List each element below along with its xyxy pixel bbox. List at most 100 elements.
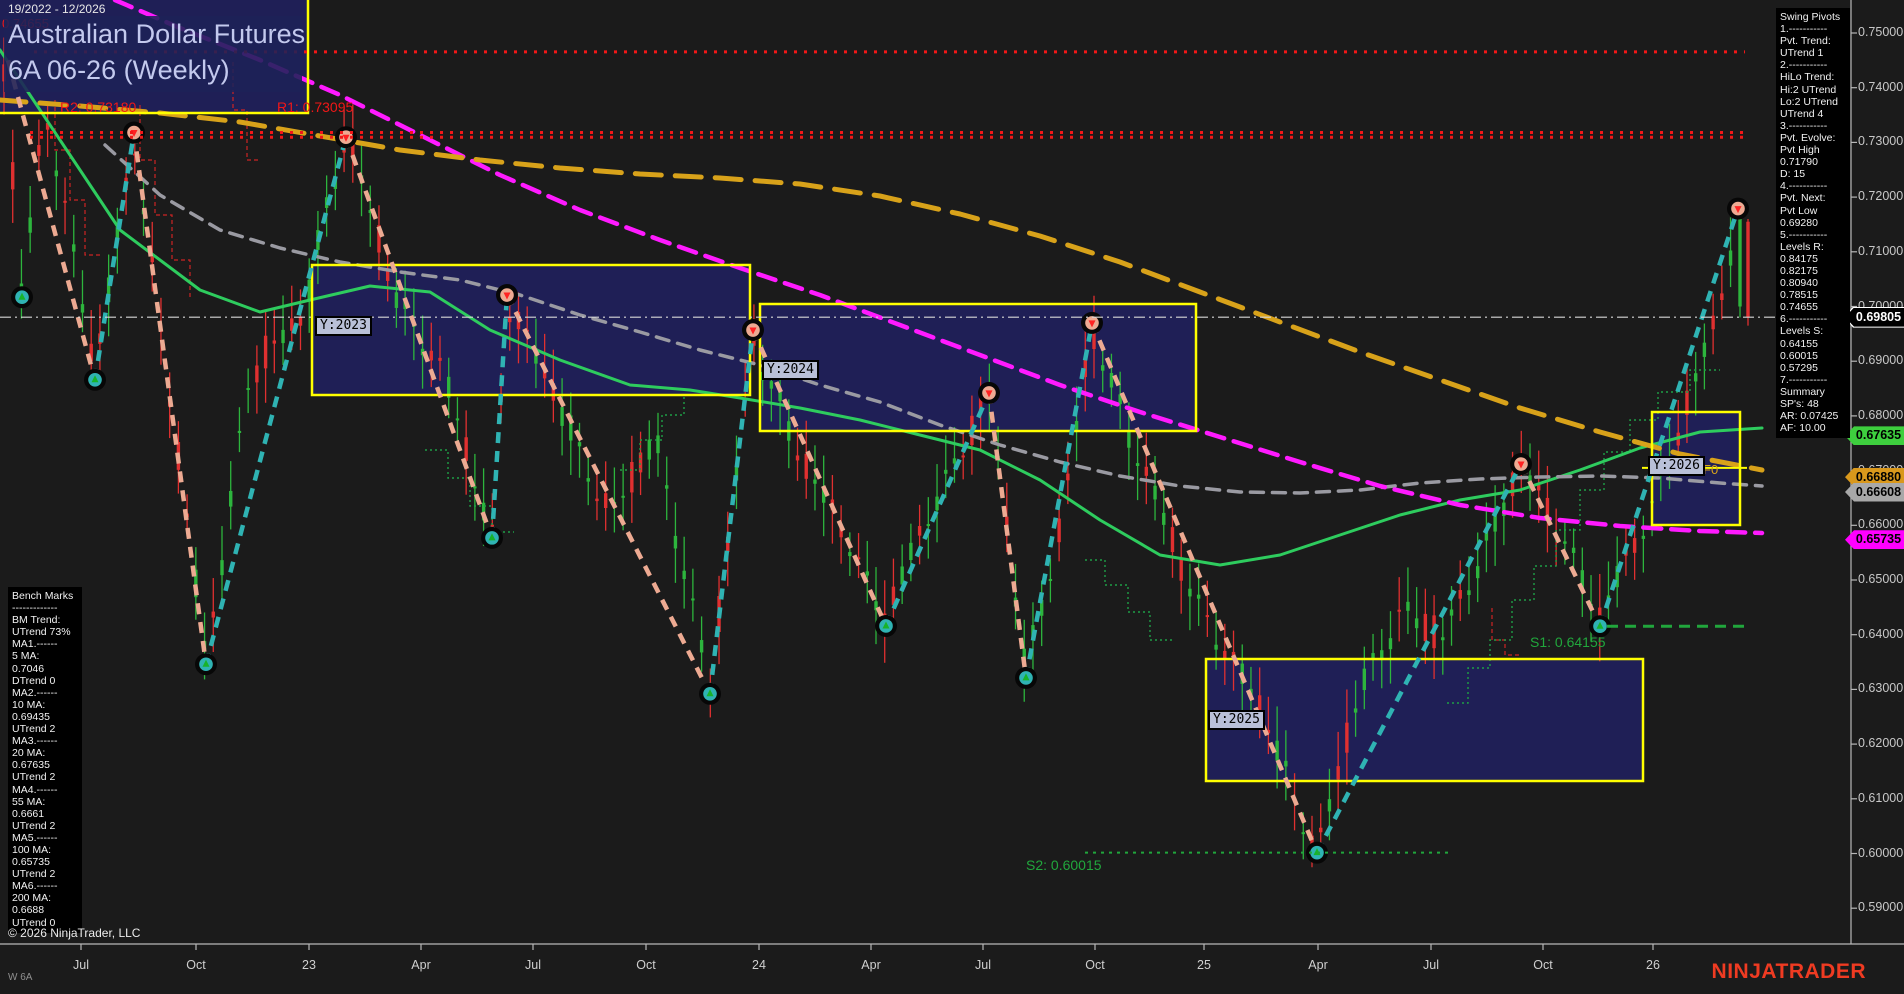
candle-body bbox=[1057, 518, 1061, 543]
bench-marks-line: 0.65735 bbox=[12, 856, 50, 869]
bench-marks-line: DTrend 0 bbox=[12, 674, 56, 687]
candle-body bbox=[1066, 473, 1070, 481]
candle-body bbox=[1109, 372, 1114, 388]
swing-pivots-line: 2.----------- bbox=[1780, 59, 1828, 72]
bench-marks-line: UTrend 2 bbox=[12, 868, 56, 881]
candle-body bbox=[1414, 618, 1419, 629]
candle-body bbox=[255, 365, 259, 383]
candle-body bbox=[1746, 221, 1750, 318]
swing-pivots-line: Pvt. Evolve: bbox=[1780, 131, 1836, 144]
candle-body bbox=[1188, 588, 1192, 597]
candle-body bbox=[1179, 559, 1183, 581]
candle-body bbox=[150, 256, 154, 263]
swing-pivots-line: AF: 10.00 bbox=[1780, 422, 1826, 435]
candle-body bbox=[944, 469, 948, 474]
zigzag-segment bbox=[986, 392, 1029, 679]
candle-body bbox=[1284, 760, 1288, 767]
candle-body bbox=[1345, 722, 1349, 753]
candle-body bbox=[307, 279, 311, 301]
candle-body bbox=[848, 552, 852, 557]
bench-marks-line: 100 MA: bbox=[12, 843, 52, 856]
bench-marks-line: UTrend 2 bbox=[12, 819, 56, 832]
candle-body bbox=[1458, 590, 1462, 599]
bench-marks-line: 0.7046 bbox=[12, 662, 45, 675]
candle-body bbox=[1362, 668, 1367, 691]
ninjatrader-logo[interactable]: NINJATRADER bbox=[1712, 960, 1866, 984]
candle-body bbox=[1301, 832, 1305, 835]
bench-marks-line: 20 MA: bbox=[12, 747, 46, 760]
candle-body bbox=[508, 317, 512, 323]
trail-step-line bbox=[1491, 608, 1520, 656]
swing-pivots-panel-title: Swing Pivots bbox=[1780, 11, 1841, 23]
contract-and-period: 6A 06-26 (Weekly) bbox=[8, 55, 230, 85]
bench-marks-line: MA1.------ bbox=[12, 638, 58, 651]
bench-marks-line: 10 MA: bbox=[12, 698, 46, 711]
candle-body bbox=[656, 435, 660, 454]
swing-pivots-line: 0.64155 bbox=[1780, 337, 1818, 350]
candle-body bbox=[63, 200, 67, 203]
candle-body bbox=[1738, 218, 1742, 307]
candle-body bbox=[1475, 566, 1480, 579]
bench-marks-line: 0.67635 bbox=[12, 759, 50, 772]
zigzag-segment bbox=[1089, 322, 1320, 854]
candle-body bbox=[795, 455, 800, 461]
swing-pivots-line: 0.71790 bbox=[1780, 156, 1818, 169]
candle-body bbox=[246, 388, 250, 391]
year-range-box-fill bbox=[1206, 659, 1643, 781]
candle-body bbox=[1336, 766, 1340, 780]
candle-body bbox=[429, 350, 433, 361]
bench-marks-line: MA4.------ bbox=[12, 783, 58, 796]
bench-marks-line: MA2.------ bbox=[12, 686, 58, 699]
candle-body bbox=[1467, 590, 1471, 596]
candle-body bbox=[1537, 485, 1541, 491]
swing-pivots-line: Hi:2 UTrend bbox=[1780, 83, 1837, 96]
candle-body bbox=[865, 571, 869, 576]
candle-body bbox=[1048, 578, 1053, 581]
candle-body bbox=[665, 485, 669, 489]
candle-body bbox=[1632, 538, 1637, 553]
candle-body bbox=[1397, 609, 1401, 612]
candle-body bbox=[769, 381, 774, 389]
candle-body bbox=[54, 170, 59, 177]
swing-pivots-line: 0.74655 bbox=[1780, 301, 1818, 314]
candle-body bbox=[586, 478, 590, 482]
candle-body bbox=[621, 495, 625, 498]
swing-pivots-line: SP's: 48 bbox=[1780, 398, 1819, 410]
year-annotation-label[interactable]: Y:2023 bbox=[315, 316, 372, 336]
candle-body bbox=[11, 162, 15, 190]
candle-body bbox=[1319, 827, 1323, 833]
swing-pivots-line: UTrend 4 bbox=[1780, 107, 1824, 120]
swing-pivots-line: Summary bbox=[1780, 385, 1825, 398]
candle-body bbox=[211, 611, 215, 618]
swing-pivots-line: Lo:2 UTrend bbox=[1780, 95, 1838, 108]
candle-body bbox=[281, 329, 285, 344]
swing-pivots-line: Pvt. Trend: bbox=[1780, 35, 1831, 48]
candle-body bbox=[1423, 613, 1428, 642]
bench-marks-line: BM Trend: bbox=[12, 614, 61, 627]
candle-body bbox=[603, 493, 608, 509]
candle-body bbox=[438, 357, 442, 361]
candle-body bbox=[1380, 650, 1384, 659]
candle-body bbox=[37, 145, 41, 156]
bench-marks-line: 0.6661 bbox=[12, 807, 45, 820]
candle-body bbox=[1693, 373, 1698, 382]
candle-body bbox=[682, 570, 686, 580]
instrument-status-tag: W 6A bbox=[8, 972, 33, 983]
trail-step-line bbox=[425, 449, 514, 533]
year-annotation-label[interactable]: Y:2026 bbox=[1648, 456, 1705, 476]
year-annotation-label[interactable]: Y:2025 bbox=[1208, 710, 1265, 730]
swing-pivots-line: 3.----------- bbox=[1780, 119, 1828, 132]
swing-pivots-line: Pvt High bbox=[1780, 144, 1820, 157]
bench-marks-panel: Bench Marks ------------- BM Trend: UTrend… bbox=[8, 587, 82, 933]
candle-body bbox=[1720, 293, 1724, 300]
candle-body bbox=[229, 490, 233, 507]
chart-canvas[interactable] bbox=[0, 0, 1904, 994]
swing-pivots-line: 4.----------- bbox=[1780, 180, 1828, 193]
candle-body bbox=[1101, 365, 1105, 371]
candle-body bbox=[80, 304, 85, 313]
zigzag-segment bbox=[203, 136, 349, 665]
swing-pivots-line: 0.84175 bbox=[1780, 252, 1818, 265]
swing-pivots-line: 5.----------- bbox=[1780, 228, 1828, 241]
year-annotation-label[interactable]: Y:2024 bbox=[762, 360, 819, 380]
swing-pivots-line: HiLo Trend: bbox=[1780, 71, 1835, 84]
